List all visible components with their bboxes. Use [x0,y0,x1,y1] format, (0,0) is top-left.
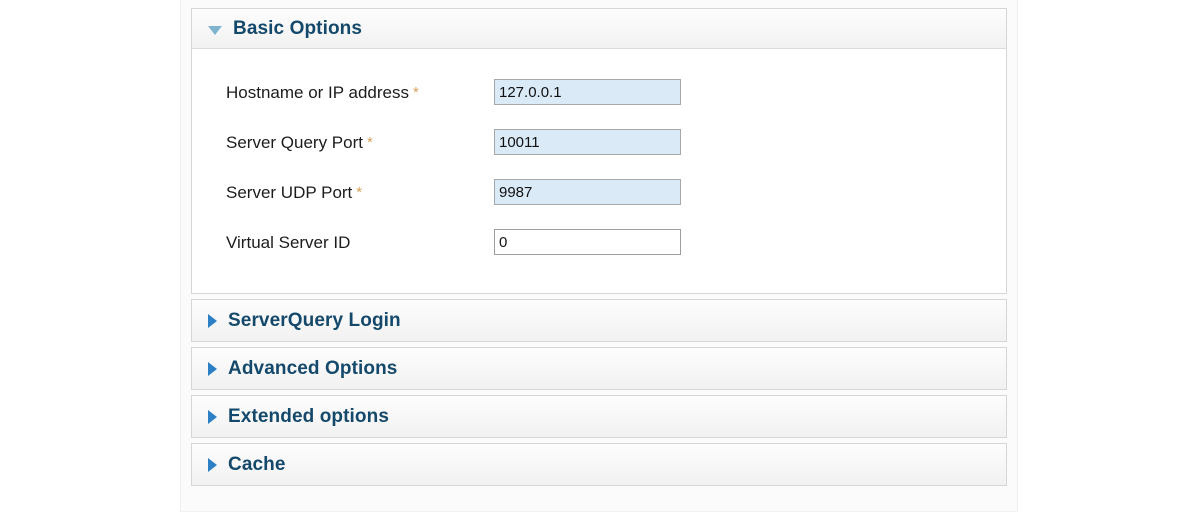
form-row-server-udp-port: Server UDP Port * [192,167,1006,217]
panel-body-basic-options: Hostname or IP address* Server Query Por… [192,49,1006,293]
label-server-query-port: Server Query Port * [226,134,494,151]
settings-accordion-container: Basic Options Hostname or IP address* Se… [180,0,1018,512]
form-row-virtual-server-id: Virtual Server ID [192,217,1006,267]
panel-title-advanced-options: Advanced Options [228,358,398,379]
triangle-right-icon[interactable] [208,361,217,376]
input-virtual-server-id[interactable] [494,229,681,255]
label-virtual-server-id-text: Virtual Server ID [226,232,351,252]
panel-basic-options: Basic Options Hostname or IP address* Se… [191,8,1007,294]
form-row-server-query-port: Server Query Port * [192,117,1006,167]
input-server-udp-port[interactable] [494,179,681,205]
panel-header-serverquery-login[interactable]: ServerQuery Login [192,300,1006,341]
panel-title-extended-options: Extended options [228,406,389,427]
label-server-query-port-text: Server Query Port [226,132,363,152]
panel-title-cache: Cache [228,454,286,475]
triangle-down-icon[interactable] [208,25,222,35]
panel-header-basic-options[interactable]: Basic Options [192,9,1006,49]
panel-serverquery-login: ServerQuery Login [191,299,1007,342]
panel-title-serverquery-login: ServerQuery Login [228,310,401,331]
triangle-right-icon[interactable] [208,457,217,472]
panel-extended-options: Extended options [191,395,1007,438]
panel-title-basic-options: Basic Options [233,18,363,39]
label-hostname: Hostname or IP address * [226,84,494,101]
input-server-query-port[interactable] [494,129,681,155]
panel-cache: Cache [191,443,1007,486]
input-hostname[interactable] [494,79,681,105]
label-virtual-server-id: Virtual Server ID [226,234,494,251]
form-row-hostname: Hostname or IP address * [192,67,1006,117]
panel-header-extended-options[interactable]: Extended options [192,396,1006,437]
label-server-udp-port-text: Server UDP Port [226,182,353,202]
required-asterisk-server-udp-port: * [356,183,363,201]
triangle-right-icon[interactable] [208,313,217,328]
triangle-right-icon[interactable] [208,409,217,424]
required-asterisk-server-query-port: * [367,133,373,151]
required-asterisk-hostname: * [413,83,419,101]
panel-header-advanced-options[interactable]: Advanced Options [192,348,1006,389]
panel-advanced-options: Advanced Options [191,347,1007,390]
label-server-udp-port: Server UDP Port * [226,184,494,201]
panel-header-cache[interactable]: Cache [192,444,1006,485]
label-hostname-text: Hostname or IP address [226,82,409,102]
